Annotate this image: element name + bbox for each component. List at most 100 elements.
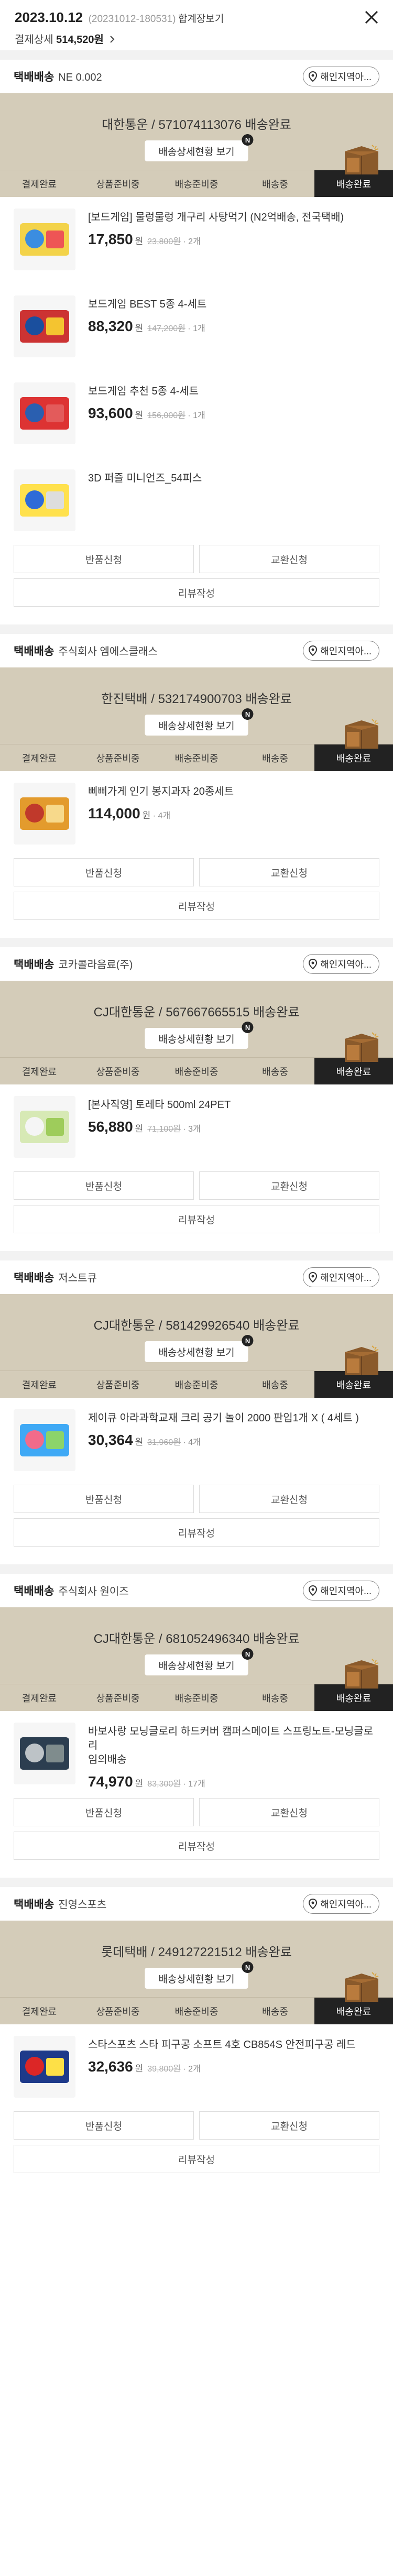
currency-unit: 원: [135, 2064, 144, 2074]
product-name[interactable]: 스타스포츠 스타 피구공 소프트 4호 CB854S 안전피구공 레드: [88, 2038, 379, 2052]
product-item[interactable]: 바보사랑 모닝글로리 하드커버 캠퍼스메이트 스프링노트-모닝글로리 임의배송 74…: [0, 1711, 393, 1798]
return-button[interactable]: 반품신청: [14, 545, 194, 573]
product-name[interactable]: 3D 퍼즐 미니언즈_54피스: [88, 472, 379, 486]
help-label: 해인지역아...: [320, 72, 372, 82]
delivery-status-button[interactable]: 배송상세현황 보기 N: [145, 708, 254, 736]
return-button[interactable]: 반품신청: [14, 1798, 194, 1826]
help-button[interactable]: 해인지역아...: [303, 954, 379, 974]
product-quantity: · 4개: [152, 812, 171, 820]
delivery-status-label: 배송상세현황 보기: [158, 1347, 235, 1358]
review-button[interactable]: 리뷰작성: [14, 1832, 379, 1860]
review-button[interactable]: 리뷰작성: [14, 2145, 379, 2173]
order-date: 2023.10.12: [15, 9, 83, 25]
delivery-step: 결제완료: [21, 1693, 57, 1704]
help-button[interactable]: 해인지역아...: [303, 67, 379, 86]
product-item[interactable]: [본사직영] 토레타 500ml 24PET 56,880 원 71,100원 · 3…: [0, 1084, 393, 1171]
delivery-status-button[interactable]: 배송상세현황 보기 N: [145, 1961, 254, 1989]
shipping-header: 택배배송 주식회사 엠에스클래스 해인지역아...: [0, 634, 393, 667]
order-code: (20231012-180531): [88, 14, 176, 25]
product-image[interactable]: [14, 783, 75, 845]
help-button[interactable]: 해인지역아...: [303, 1894, 379, 1914]
product-info: [본사직영] 토레타 500ml 24PET 56,880 원 71,100원 · 3…: [88, 1096, 379, 1171]
section-divider: [0, 50, 393, 60]
product-price: 74,970: [88, 1773, 133, 1790]
product-price: 17,850: [88, 231, 133, 247]
product-image[interactable]: [14, 469, 75, 531]
product-quantity: · 4개: [183, 1438, 201, 1447]
return-button[interactable]: 반품신청: [14, 1171, 194, 1200]
exchange-button[interactable]: 교환신청: [199, 545, 379, 573]
price-row: 93,600 원 156,000원 · 1개: [88, 405, 379, 422]
box-icon: [345, 719, 379, 749]
review-button[interactable]: 리뷰작성: [14, 892, 379, 920]
review-button[interactable]: 리뷰작성: [14, 578, 379, 607]
return-button[interactable]: 반품신청: [14, 2111, 194, 2140]
close-icon[interactable]: [364, 9, 379, 25]
shop-name: 주식회사 원이즈: [58, 1586, 129, 1597]
new-badge: N: [242, 708, 254, 720]
delivery-step: 상품준비중: [96, 2006, 140, 2017]
review-button[interactable]: 리뷰작성: [14, 1205, 379, 1233]
help-button[interactable]: 해인지역아...: [303, 641, 379, 661]
currency-unit: 원: [135, 236, 144, 246]
product-item[interactable]: 스타스포츠 스타 피구공 소프트 4호 CB854S 안전피구공 레드 32,63…: [0, 2024, 393, 2111]
product-item[interactable]: 3D 퍼즐 미니언즈_54피스: [0, 458, 393, 545]
product-name[interactable]: [본사직영] 토레타 500ml 24PET: [88, 1098, 379, 1112]
product-image[interactable]: [14, 1096, 75, 1158]
help-button[interactable]: 해인지역아...: [303, 1581, 379, 1601]
product-name[interactable]: 바보사랑 모닝글로리 하드커버 캠퍼스메이트 스프링노트-모닝글로리: [88, 1725, 379, 1753]
return-button[interactable]: 반품신청: [14, 858, 194, 886]
product-item[interactable]: [보드게임] 물렁물렁 개구리 사탕먹기 (N2억배송, 전국택배) 17,850…: [0, 197, 393, 284]
delivery-step: 상품준비중: [96, 753, 140, 764]
order-group: 택배배송 NE 0.002 해인지역아... 대한통운 / 571074113076 …: [0, 60, 393, 624]
product-quantity: · 1개: [188, 411, 205, 420]
currency-unit: 원: [135, 323, 144, 333]
exchange-button[interactable]: 교환신청: [199, 1171, 379, 1200]
product-item[interactable]: 보드게임 BEST 5종 4-세트 88,320 원 147,200원 · 1개: [0, 284, 393, 371]
product-name[interactable]: 삐삐가게 인기 봉지과자 20종세트: [88, 785, 379, 799]
delivery-status-button[interactable]: 배송상세현황 보기 N: [145, 1335, 254, 1362]
shipping-type: 택배배송: [14, 71, 54, 83]
tracking-panel: 대한통운 / 571074113076 배송완료 배송상세현황 보기 N: [0, 93, 393, 170]
product-image[interactable]: [14, 295, 75, 357]
product-item[interactable]: 제이큐 아라과학교재 크리 공기 놀이 2000 판입1개 X ( 4세트 ) 3…: [0, 1398, 393, 1485]
exchange-button[interactable]: 교환신청: [199, 2111, 379, 2140]
product-name[interactable]: 보드게임 BEST 5종 4-세트: [88, 298, 379, 312]
delivery-status-label: 배송상세현황 보기: [158, 1974, 235, 1985]
product-name[interactable]: 보드게임 추천 5종 4-세트: [88, 385, 379, 399]
return-button[interactable]: 반품신청: [14, 1485, 194, 1513]
delivery-step: 결제완료: [21, 753, 57, 764]
product-name[interactable]: [보드게임] 물렁물렁 개구리 사탕먹기 (N2억배송, 전국택배): [88, 211, 379, 225]
original-price: 83,300원: [147, 1780, 181, 1789]
delivery-step: 배송중: [262, 1693, 288, 1704]
action-buttons: 반품신청 교환신청: [0, 2111, 393, 2140]
product-image[interactable]: [14, 1409, 75, 1471]
product-item[interactable]: 보드게임 추천 5종 4-세트 93,600 원 156,000원 · 1개: [0, 371, 393, 458]
exchange-button[interactable]: 교환신청: [199, 1798, 379, 1826]
exchange-button[interactable]: 교환신청: [199, 1485, 379, 1513]
product-quantity: · 2개: [183, 2065, 201, 2074]
product-name[interactable]: 제이큐 아라과학교재 크리 공기 놀이 2000 판입1개 X ( 4세트 ): [88, 1411, 379, 1426]
new-badge: N: [242, 1961, 254, 1973]
product-quantity: · 3개: [183, 1125, 201, 1134]
original-price: 31,960원: [147, 1438, 181, 1447]
help-button[interactable]: 해인지역아...: [303, 1267, 379, 1287]
merge-view-link[interactable]: 합계장보기: [178, 14, 224, 25]
carrier-info: CJ대한통운 / 581429926540 배송완료: [93, 1319, 300, 1333]
exchange-button[interactable]: 교환신청: [199, 858, 379, 886]
delivery-step: 결제완료: [21, 179, 57, 190]
original-price: 156,000원: [147, 411, 185, 420]
product-image[interactable]: [14, 1723, 75, 1784]
product-image[interactable]: [14, 2036, 75, 2098]
payment-amount: 514,520원: [56, 34, 104, 46]
review-button[interactable]: 리뷰작성: [14, 1518, 379, 1547]
product-image[interactable]: [14, 382, 75, 444]
product-image[interactable]: [14, 209, 75, 270]
delivery-step: 배송준비중: [174, 179, 219, 190]
delivery-step: 배송중: [262, 1379, 288, 1390]
delivery-status-button[interactable]: 배송상세현황 보기 N: [145, 1022, 254, 1049]
product-item[interactable]: 삐삐가게 인기 봉지과자 20종세트 114,000 원 · 4개: [0, 771, 393, 858]
delivery-status-button[interactable]: 배송상세현황 보기 N: [145, 1648, 254, 1675]
delivery-status-button[interactable]: 배송상세현황 보기 N: [145, 134, 254, 161]
payment-detail-link[interactable]: 결제상세 514,520원: [15, 31, 378, 46]
